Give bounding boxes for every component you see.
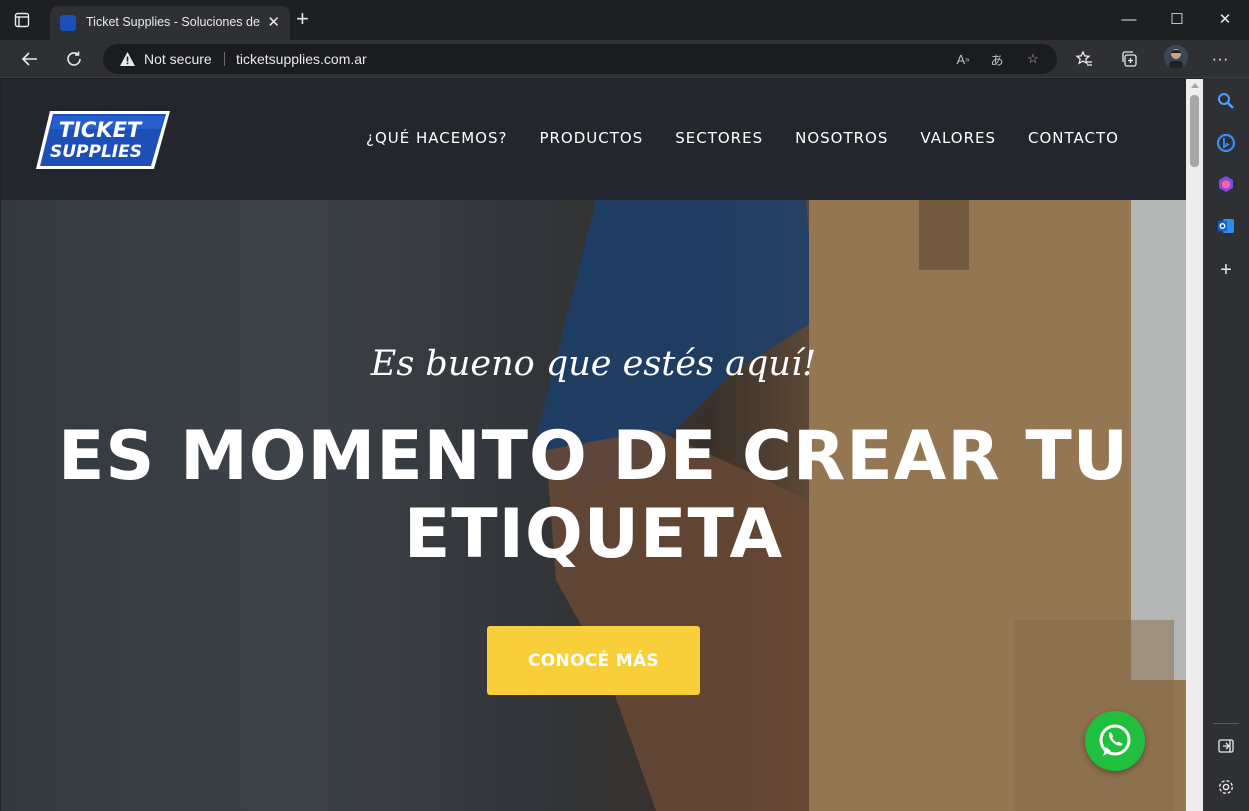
conoce-mas-button[interactable]: CONOCÉ MÁS	[487, 626, 700, 695]
whatsapp-icon	[1099, 724, 1131, 756]
bing-icon[interactable]	[1215, 132, 1237, 154]
address-separator	[224, 52, 225, 66]
tab-close-icon[interactable]: ✕	[267, 13, 280, 31]
site-header: TICKET SUPPLIES ¿QUÉ HACEMOS? PRODUCTOS …	[1, 79, 1186, 200]
minimize-icon[interactable]: —	[1105, 0, 1153, 38]
nav-que-hacemos[interactable]: ¿QUÉ HACEMOS?	[366, 129, 507, 147]
page-viewport: TICKET SUPPLIES ¿QUÉ HACEMOS? PRODUCTOS …	[1, 79, 1186, 811]
page-scrollbar[interactable]	[1186, 79, 1203, 811]
profile-avatar[interactable]	[1164, 45, 1188, 69]
more-options-icon[interactable]: ···	[1209, 48, 1231, 70]
read-aloud-icon[interactable]: A»	[953, 49, 973, 69]
scrollbar-thumb[interactable]	[1190, 95, 1199, 167]
security-status[interactable]: Not secure	[144, 51, 212, 67]
hide-sidebar-icon[interactable]	[1215, 735, 1237, 757]
browser-side-pane: +	[1203, 78, 1249, 811]
settings-gear-icon[interactable]	[1215, 776, 1237, 798]
hero-section: Es bueno que estés aquí! ES MOMENTO DE C…	[1, 200, 1186, 811]
warning-icon[interactable]	[119, 51, 136, 72]
outlook-icon[interactable]	[1215, 215, 1237, 237]
new-tab-icon[interactable]: +	[296, 8, 309, 30]
logo-line2: SUPPLIES	[50, 142, 142, 162]
main-nav: ¿QUÉ HACEMOS? PRODUCTOS SECTORES NOSOTRO…	[366, 129, 1151, 147]
hero-tagline: Es bueno que estés aquí!	[370, 344, 817, 384]
browser-tab-bar: Ticket Supplies - Soluciones de E ✕ + — …	[0, 0, 1249, 40]
scroll-up-arrow-icon[interactable]	[1191, 83, 1199, 88]
add-favorite-icon[interactable]: ☆	[1023, 49, 1043, 69]
url-text[interactable]: ticketsupplies.com.ar	[236, 51, 367, 67]
hero-title-line2: ETIQUETA	[403, 495, 784, 574]
ticket-supplies-logo[interactable]: TICKET SUPPLIES	[36, 107, 170, 171]
logo-line1: TICKET	[59, 118, 143, 142]
tab-title: Ticket Supplies - Soluciones de E	[86, 15, 262, 29]
nav-sectores[interactable]: SECTORES	[675, 129, 763, 147]
search-icon[interactable]	[1215, 90, 1237, 112]
close-window-icon[interactable]: ✕	[1201, 0, 1249, 38]
favorites-icon[interactable]	[1073, 48, 1095, 70]
active-tab[interactable]: Ticket Supplies - Soluciones de E ✕	[50, 6, 290, 40]
site-favicon-icon	[60, 15, 76, 31]
tab-actions-icon[interactable]	[14, 12, 30, 28]
maximize-icon[interactable]: ☐	[1153, 0, 1201, 38]
side-pane-divider	[1213, 723, 1239, 724]
collections-icon[interactable]	[1118, 48, 1140, 70]
browser-toolbar: Not secure ticketsupplies.com.ar A» あ ☆ …	[0, 40, 1249, 78]
hero-title: ES MOMENTO DE CREAR TU ETIQUETA	[31, 418, 1156, 574]
nav-productos[interactable]: PRODUCTOS	[539, 129, 643, 147]
back-icon[interactable]	[19, 48, 41, 70]
whatsapp-button[interactable]	[1085, 711, 1145, 771]
nav-valores[interactable]: VALORES	[920, 129, 996, 147]
nav-nosotros[interactable]: NOSOTROS	[795, 129, 888, 147]
address-bar[interactable]: Not secure ticketsupplies.com.ar A» あ ☆	[103, 44, 1057, 74]
hero-title-line1: ES MOMENTO DE CREAR TU	[57, 417, 1130, 496]
refresh-icon[interactable]	[63, 48, 85, 70]
translate-icon[interactable]: あ	[987, 49, 1007, 69]
nav-contacto[interactable]: CONTACTO	[1028, 129, 1119, 147]
office-icon[interactable]	[1215, 173, 1237, 195]
add-sidebar-app-icon[interactable]: +	[1215, 259, 1237, 281]
